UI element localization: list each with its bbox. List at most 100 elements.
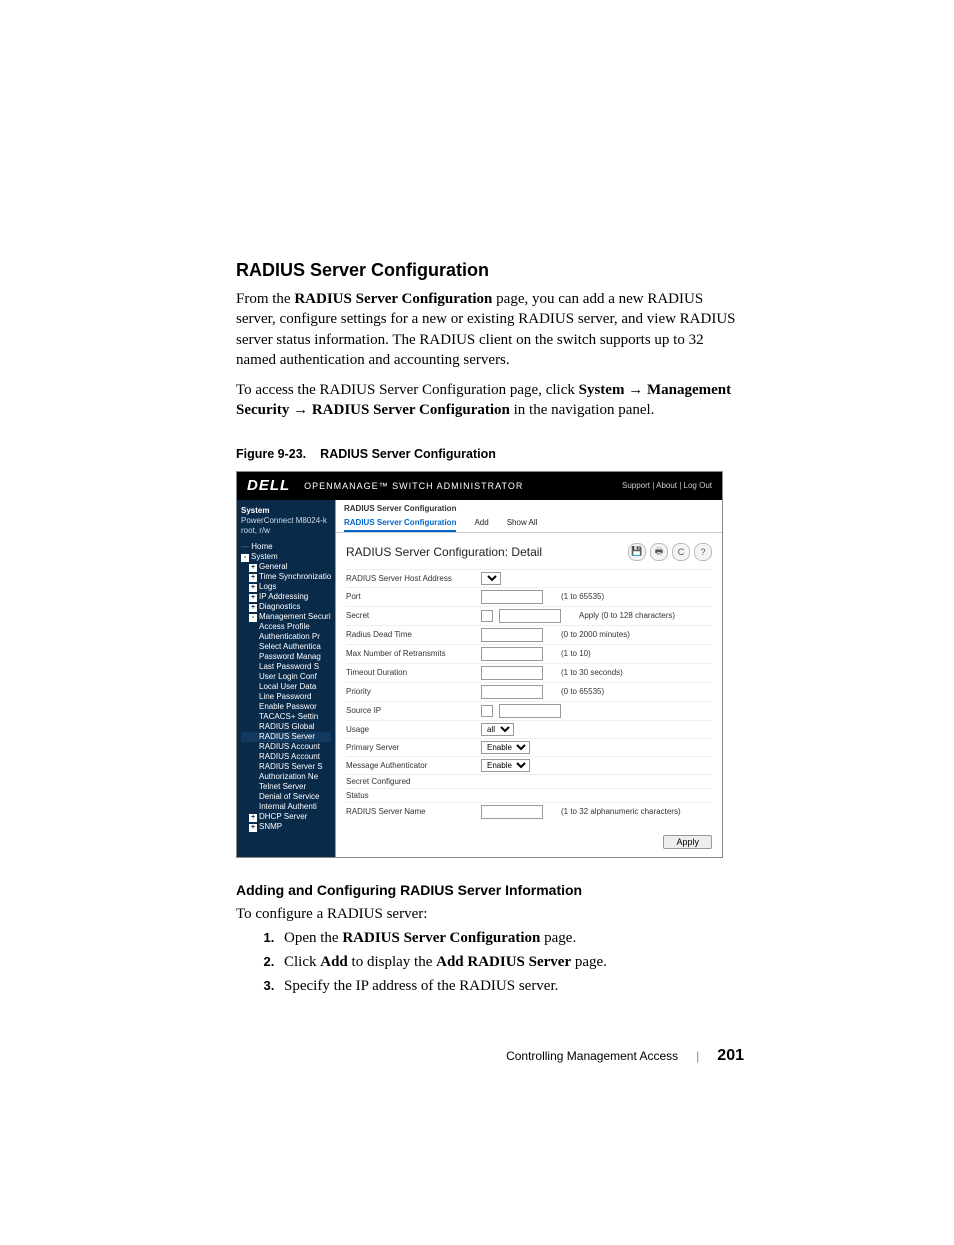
text-input[interactable] [499, 704, 561, 718]
form-row: Priority (0 to 65535) [346, 682, 712, 701]
text-input[interactable] [481, 647, 543, 661]
sidebar-item[interactable]: Local User Data [241, 682, 331, 692]
steps-list: Open the RADIUS Server Configuration pag… [236, 928, 744, 997]
form-row: Radius Dead Time(0 to 2000 minutes) [346, 625, 712, 644]
footer-text: Controlling Management Access [506, 1049, 678, 1063]
top-links[interactable]: Support | About | Log Out [622, 481, 712, 490]
nav-timesync[interactable]: +Time Synchronization [241, 572, 331, 582]
nav-home[interactable]: — Home [241, 542, 331, 552]
form-label: Secret Configured [346, 777, 481, 786]
sidebar-item[interactable]: RADIUS Server S [241, 762, 331, 772]
sidebar-item[interactable]: Internal Authenti [241, 802, 331, 812]
sidebar-item[interactable]: Authentication Pr [241, 632, 331, 642]
form-label: Usage [346, 725, 481, 734]
form-row: SecretApply (0 to 128 characters) [346, 606, 712, 625]
sidebar-item[interactable]: Telnet Server [241, 782, 331, 792]
sidebar-item[interactable]: RADIUS Account [241, 752, 331, 762]
nav-sidebar[interactable]: System PowerConnect M8024-k root, r/w — … [237, 500, 335, 857]
sidebar-item[interactable]: Password Manag [241, 652, 331, 662]
sidebar-item[interactable]: Last Password S [241, 662, 331, 672]
nav-ipaddr[interactable]: +IP Addressing [241, 592, 331, 602]
tab-add[interactable]: Add [474, 515, 488, 532]
form-field: all [481, 723, 712, 736]
sidebar-item[interactable]: Line Password [241, 692, 331, 702]
sidebar-item[interactable]: RADIUS Global [241, 722, 331, 732]
form-row: Timeout Duration(1 to 30 seconds) [346, 663, 712, 682]
form-label: Priority [346, 687, 481, 696]
panel-title: RADIUS Server Configuration: Detail [346, 545, 542, 559]
sidebar-item[interactable]: Select Authentica [241, 642, 331, 652]
form-row: Primary ServerEnable [346, 738, 712, 756]
breadcrumb: RADIUS Server Configuration [336, 500, 722, 515]
main-panel: RADIUS Server Configuration RADIUS Serve… [335, 500, 722, 857]
form-label: RADIUS Server Host Address [346, 574, 481, 583]
form-field [481, 704, 712, 718]
form-field: Apply (0 to 128 characters) [481, 609, 712, 623]
section-title: RADIUS Server Configuration [236, 260, 744, 281]
app-topbar: DELL OPENMANAGE™ SWITCH ADMINISTRATOR Su… [237, 472, 722, 500]
nav-general[interactable]: +General [241, 562, 331, 572]
step-2: Click Add to display the Add RADIUS Serv… [278, 952, 744, 972]
figure-caption: Figure 9-23.RADIUS Server Configuration [236, 447, 744, 461]
page-number: 201 [717, 1047, 744, 1065]
sidebar-item[interactable]: TACACS+ Settin [241, 712, 331, 722]
form-field: Enable [481, 741, 712, 754]
sidebar-item[interactable]: Authorization Ne [241, 772, 331, 782]
sidebar-item[interactable]: User Login Conf [241, 672, 331, 682]
subsection-title: Adding and Configuring RADIUS Server Inf… [236, 882, 744, 898]
form-field: Enable [481, 759, 712, 772]
checkbox-input[interactable] [481, 705, 493, 717]
select-input[interactable]: Enable [481, 759, 530, 772]
nav-mgmtsec[interactable]: -Management Security [241, 612, 331, 622]
nav-dhcp[interactable]: +DHCP Server [241, 812, 331, 822]
app-title: OPENMANAGE™ SWITCH ADMINISTRATOR [304, 481, 523, 491]
text-input[interactable] [481, 590, 543, 604]
form-field: (0 to 2000 minutes) [481, 628, 712, 642]
p2-arrow2: → [289, 402, 312, 418]
paragraph-2: To access the RADIUS Server Configuratio… [236, 380, 744, 421]
tab-config[interactable]: RADIUS Server Configuration [344, 515, 456, 532]
nav-snmp[interactable]: +SNMP [241, 822, 331, 832]
sidebar-item[interactable]: Denial of Service [241, 792, 331, 802]
side-device: PowerConnect M8024-k [241, 516, 331, 526]
text-input[interactable] [481, 685, 543, 699]
select-input[interactable]: Enable [481, 741, 530, 754]
print-icon[interactable]: 🖶 [650, 543, 668, 561]
apply-button[interactable]: Apply [663, 835, 712, 849]
refresh-icon[interactable]: C [672, 543, 690, 561]
help-icon[interactable]: ? [694, 543, 712, 561]
nav-diag[interactable]: +Diagnostics [241, 602, 331, 612]
sidebar-item[interactable]: RADIUS Account [241, 742, 331, 752]
field-hint: (1 to 32 alphanumeric characters) [561, 807, 681, 816]
p2-nav3: RADIUS Server Configuration [312, 402, 510, 418]
paragraph-1: From the RADIUS Server Configuration pag… [236, 289, 744, 370]
form-row: RADIUS Server Host Address [346, 569, 712, 587]
nav-logs[interactable]: +Logs [241, 582, 331, 592]
p2-arrow1: → [624, 382, 647, 398]
save-icon[interactable]: 💾 [628, 543, 646, 561]
select-input[interactable] [481, 572, 501, 585]
text-input[interactable] [481, 666, 543, 680]
form-label: Max Number of Retransmits [346, 649, 481, 658]
sidebar-item[interactable]: Enable Passwor [241, 702, 331, 712]
form-label: Port [346, 592, 481, 601]
form-label: Message Authenticator [346, 761, 481, 770]
text-input[interactable] [481, 628, 543, 642]
checkbox-input[interactable] [481, 610, 493, 622]
form-row: Message AuthenticatorEnable [346, 756, 712, 774]
text-input[interactable] [481, 805, 543, 819]
text-input[interactable] [499, 609, 561, 623]
sidebar-item[interactable]: Access Profile [241, 622, 331, 632]
nav-system[interactable]: -System [241, 552, 331, 562]
form-label: Radius Dead Time [346, 630, 481, 639]
sidebar-item[interactable]: RADIUS Server [241, 732, 331, 742]
form-field: (0 to 65535) [481, 685, 712, 699]
form-row: Secret Configured [346, 774, 712, 788]
tab-showall[interactable]: Show All [507, 515, 538, 532]
select-input[interactable]: all [481, 723, 514, 736]
field-hint: (1 to 65535) [561, 592, 604, 601]
form-row: Status [346, 788, 712, 802]
form-field [481, 572, 712, 585]
form-label: Timeout Duration [346, 668, 481, 677]
field-hint: (0 to 65535) [561, 687, 604, 696]
